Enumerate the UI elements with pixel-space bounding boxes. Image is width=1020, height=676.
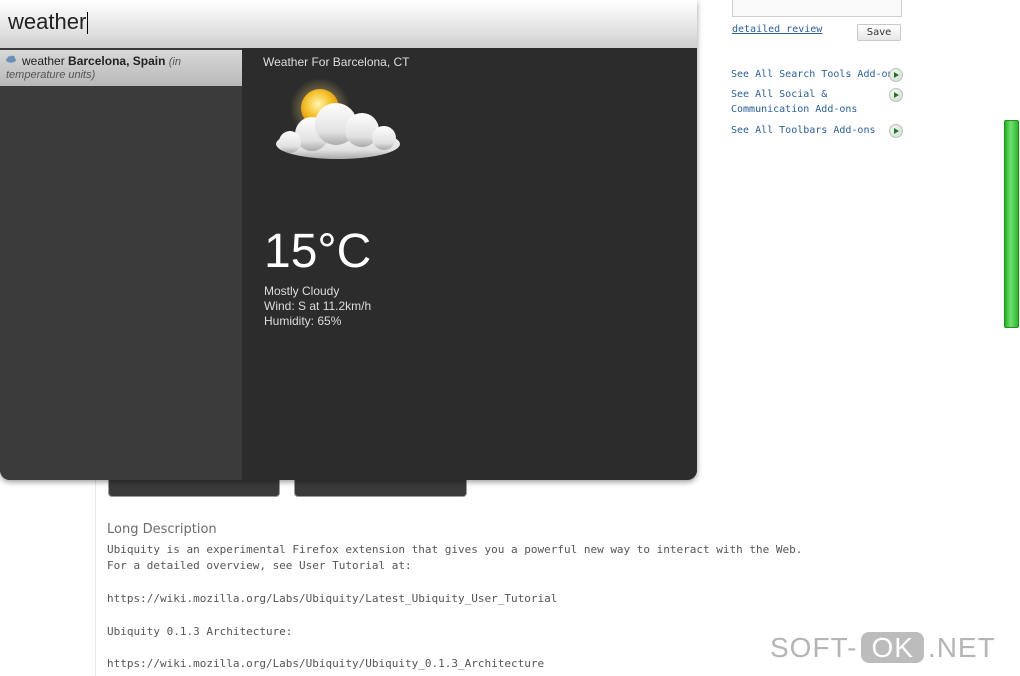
watermark-left: SOFT- — [770, 632, 858, 663]
description-line: Ubiquity 0.1.3 Architecture: — [107, 625, 293, 638]
humidity-readout: Humidity: 65% — [264, 314, 342, 328]
weather-condition: Mostly Cloudy — [264, 284, 340, 298]
detailed-review-link[interactable]: detailed review — [732, 24, 822, 35]
scrollbar-thumb[interactable] — [1004, 120, 1019, 328]
command-input[interactable]: weather — [0, 0, 697, 48]
cloud-icon — [6, 55, 16, 63]
social-addons-link-line1[interactable]: See All Social & — [731, 88, 827, 102]
description-line: Ubiquity is an experimental Firefox exte… — [107, 543, 803, 556]
suggestion-command: weather — [22, 54, 65, 68]
temperature-readout: 15°C — [264, 225, 372, 278]
suggestion-location: Barcelona, Spain — [68, 54, 166, 68]
command-input-value: weather — [8, 9, 87, 34]
tutorial-link[interactable]: https://wiki.mozilla.org/Labs/Ubiquity/L… — [107, 592, 557, 605]
partly-cloudy-icon — [276, 78, 400, 159]
text-cursor — [87, 12, 89, 35]
preview-title: Weather For Barcelona, CT — [263, 55, 410, 69]
suggestion-hint: temperature units) — [6, 69, 96, 81]
command-input-text[interactable]: weather — [8, 9, 89, 35]
save-button[interactable]: Save — [857, 24, 901, 41]
suggestion-text: weather Barcelona, Spain (in — [22, 54, 181, 68]
long-description-heading: Long Description — [107, 522, 217, 537]
architecture-link[interactable]: https://wiki.mozilla.org/Labs/Ubiquity/U… — [107, 657, 544, 670]
arrow-right-icon[interactable] — [889, 124, 903, 138]
suggestion-hint-open: (in — [168, 56, 181, 68]
arrow-right-icon[interactable] — [889, 88, 903, 102]
suggestion-item[interactable]: weather Barcelona, Spain (in temperature… — [0, 50, 256, 86]
watermark-right: .NET — [927, 632, 996, 663]
review-textarea[interactable] — [732, 0, 902, 17]
arrow-right-icon[interactable] — [889, 68, 903, 82]
suggestion-list — [0, 48, 242, 480]
search-tools-addons-link[interactable]: See All Search Tools Add-ons — [731, 68, 900, 82]
social-addons-link-line2[interactable]: Communication Add-ons — [731, 103, 857, 117]
description-line: For a detailed overview, see User Tutori… — [107, 559, 412, 572]
toolbars-addons-link[interactable]: See All Toolbars Add-ons — [731, 124, 876, 138]
watermark-ok: OK — [861, 632, 924, 663]
watermark: SOFT- OK .NET — [770, 632, 996, 664]
wind-readout: Wind: S at 11.2km/h — [264, 299, 372, 313]
